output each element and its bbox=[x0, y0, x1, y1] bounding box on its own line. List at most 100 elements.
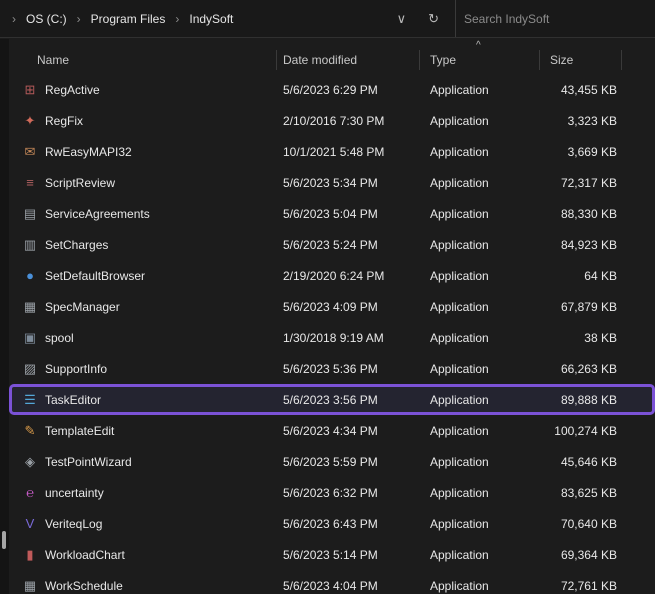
file-size: 3,669 KB bbox=[540, 145, 622, 159]
chevron-right-icon: › bbox=[71, 12, 87, 26]
breadcrumb-item[interactable]: Program Files bbox=[87, 10, 170, 28]
file-row[interactable]: ℮ uncertainty 5/6/2023 6:32 PM Applicati… bbox=[9, 477, 655, 508]
file-type: Application bbox=[420, 207, 540, 221]
file-size: 72,761 KB bbox=[540, 579, 622, 593]
column-header-date-modified[interactable]: Date modified bbox=[277, 50, 420, 70]
file-row[interactable]: ◈ TestPointWizard 5/6/2023 5:59 PM Appli… bbox=[9, 446, 655, 477]
file-date-modified: 5/6/2023 5:04 PM bbox=[277, 207, 420, 221]
file-type: Application bbox=[420, 176, 540, 190]
file-name: spool bbox=[45, 331, 74, 345]
file-row[interactable]: V VeriteqLog 5/6/2023 6:43 PM Applicatio… bbox=[9, 508, 655, 539]
file-name-cell: ▣ spool bbox=[9, 330, 277, 346]
column-header-row: Name Date modified ^ Type Size bbox=[9, 48, 655, 72]
file-name-cell: ≡ ScriptReview bbox=[9, 175, 277, 190]
file-name: TestPointWizard bbox=[45, 455, 132, 469]
file-type: Application bbox=[420, 362, 540, 376]
file-icon: V bbox=[22, 516, 38, 531]
file-size: 67,879 KB bbox=[540, 300, 622, 314]
file-icon: ▦ bbox=[22, 578, 38, 594]
file-row[interactable]: ▮ WorkloadChart 5/6/2023 5:14 PM Applica… bbox=[9, 539, 655, 570]
toolbar: › OS (C:) › Program Files › IndySoft ∨ ↻ bbox=[0, 0, 655, 38]
refresh-icon[interactable]: ↻ bbox=[422, 9, 445, 29]
breadcrumb: › OS (C:) › Program Files › IndySoft bbox=[6, 10, 237, 28]
file-icon: ▥ bbox=[22, 237, 38, 253]
file-row[interactable]: ▦ SpecManager 5/6/2023 4:09 PM Applicati… bbox=[9, 291, 655, 322]
file-name: WorkloadChart bbox=[45, 548, 125, 562]
file-icon: ◈ bbox=[22, 454, 38, 470]
breadcrumb-item[interactable]: OS (C:) bbox=[22, 10, 71, 28]
file-icon: ● bbox=[22, 268, 38, 283]
breadcrumb-item[interactable]: IndySoft bbox=[185, 10, 237, 28]
left-scrollbar-thumb[interactable] bbox=[2, 531, 6, 549]
file-row[interactable]: ✦ RegFix 2/10/2016 7:30 PM Application 3… bbox=[9, 105, 655, 136]
file-row[interactable]: ≡ ScriptReview 5/6/2023 5:34 PM Applicat… bbox=[9, 167, 655, 198]
file-size: 38 KB bbox=[540, 331, 622, 345]
file-row[interactable]: ▦ WorkSchedule 5/6/2023 4:04 PM Applicat… bbox=[9, 570, 655, 594]
file-row[interactable]: ▤ ServiceAgreements 5/6/2023 5:04 PM App… bbox=[9, 198, 655, 229]
file-row[interactable]: ▥ SetCharges 5/6/2023 5:24 PM Applicatio… bbox=[9, 229, 655, 260]
file-date-modified: 5/6/2023 5:14 PM bbox=[277, 548, 420, 562]
file-name-cell: ▨ SupportInfo bbox=[9, 361, 277, 377]
file-size: 88,330 KB bbox=[540, 207, 622, 221]
file-row[interactable]: ▣ spool 1/30/2018 9:19 AM Application 38… bbox=[9, 322, 655, 353]
file-type: Application bbox=[420, 393, 540, 407]
file-date-modified: 10/1/2021 5:48 PM bbox=[277, 145, 420, 159]
file-row[interactable]: ✎ TemplateEdit 5/6/2023 4:34 PM Applicat… bbox=[9, 415, 655, 446]
search-box[interactable] bbox=[456, 0, 655, 37]
file-name: TemplateEdit bbox=[45, 424, 114, 438]
file-row[interactable]: ✉ RwEasyMAPI32 10/1/2021 5:48 PM Applica… bbox=[9, 136, 655, 167]
file-icon: ▦ bbox=[22, 299, 38, 315]
address-bar[interactable]: › OS (C:) › Program Files › IndySoft ∨ ↻ bbox=[0, 0, 456, 37]
file-name-cell: ℮ uncertainty bbox=[9, 485, 277, 500]
file-name: ServiceAgreements bbox=[45, 207, 150, 221]
file-row[interactable]: ⊞ RegActive 5/6/2023 6:29 PM Application… bbox=[9, 74, 655, 105]
file-type: Application bbox=[420, 331, 540, 345]
file-icon: ▤ bbox=[22, 206, 38, 222]
file-icon: ✉ bbox=[22, 144, 38, 160]
file-type: Application bbox=[420, 579, 540, 593]
file-date-modified: 5/6/2023 4:34 PM bbox=[277, 424, 420, 438]
file-name: ScriptReview bbox=[45, 176, 115, 190]
file-name: TaskEditor bbox=[45, 393, 101, 407]
file-name: RegActive bbox=[45, 83, 100, 97]
file-icon: ▮ bbox=[22, 547, 38, 563]
file-name-cell: V VeriteqLog bbox=[9, 516, 277, 531]
file-name-cell: ✉ RwEasyMAPI32 bbox=[9, 144, 277, 160]
file-name: RwEasyMAPI32 bbox=[45, 145, 132, 159]
file-name: SupportInfo bbox=[45, 362, 107, 376]
file-size: 83,625 KB bbox=[540, 486, 622, 500]
file-type: Application bbox=[420, 145, 540, 159]
file-name-cell: ▤ ServiceAgreements bbox=[9, 206, 277, 222]
file-row[interactable]: ☰ TaskEditor 5/6/2023 3:56 PM Applicatio… bbox=[9, 384, 655, 415]
column-header-name[interactable]: Name bbox=[9, 50, 277, 70]
file-date-modified: 2/19/2020 6:24 PM bbox=[277, 269, 420, 283]
file-icon: ⊞ bbox=[22, 82, 38, 98]
column-header-type[interactable]: ^ Type bbox=[420, 50, 540, 70]
file-name-cell: ✎ TemplateEdit bbox=[9, 423, 277, 439]
file-name-cell: ▮ WorkloadChart bbox=[9, 547, 277, 563]
file-icon: ✦ bbox=[22, 113, 38, 129]
file-type: Application bbox=[420, 114, 540, 128]
file-date-modified: 5/6/2023 4:04 PM bbox=[277, 579, 420, 593]
file-type: Application bbox=[420, 424, 540, 438]
search-input[interactable] bbox=[464, 12, 647, 26]
file-icon: ✎ bbox=[22, 423, 38, 439]
file-size: 72,317 KB bbox=[540, 176, 622, 190]
file-date-modified: 5/6/2023 5:36 PM bbox=[277, 362, 420, 376]
file-row[interactable]: ▨ SupportInfo 5/6/2023 5:36 PM Applicati… bbox=[9, 353, 655, 384]
file-row[interactable]: ● SetDefaultBrowser 2/19/2020 6:24 PM Ap… bbox=[9, 260, 655, 291]
address-dropdown-chevron-icon[interactable]: ∨ bbox=[391, 9, 413, 29]
file-name-cell: ◈ TestPointWizard bbox=[9, 454, 277, 470]
file-size: 66,263 KB bbox=[540, 362, 622, 376]
file-name-cell: ⊞ RegActive bbox=[9, 82, 277, 98]
column-header-size[interactable]: Size bbox=[540, 50, 622, 70]
file-name: SetDefaultBrowser bbox=[45, 269, 145, 283]
file-size: 43,455 KB bbox=[540, 83, 622, 97]
file-date-modified: 5/6/2023 6:32 PM bbox=[277, 486, 420, 500]
file-size: 70,640 KB bbox=[540, 517, 622, 531]
file-type: Application bbox=[420, 517, 540, 531]
file-list-panel: Name Date modified ^ Type Size ⊞ RegActi… bbox=[9, 39, 655, 594]
file-explorer-window: › OS (C:) › Program Files › IndySoft ∨ ↻… bbox=[0, 0, 655, 594]
chevron-right-icon: › bbox=[6, 12, 22, 26]
file-icon: ▣ bbox=[22, 330, 38, 346]
